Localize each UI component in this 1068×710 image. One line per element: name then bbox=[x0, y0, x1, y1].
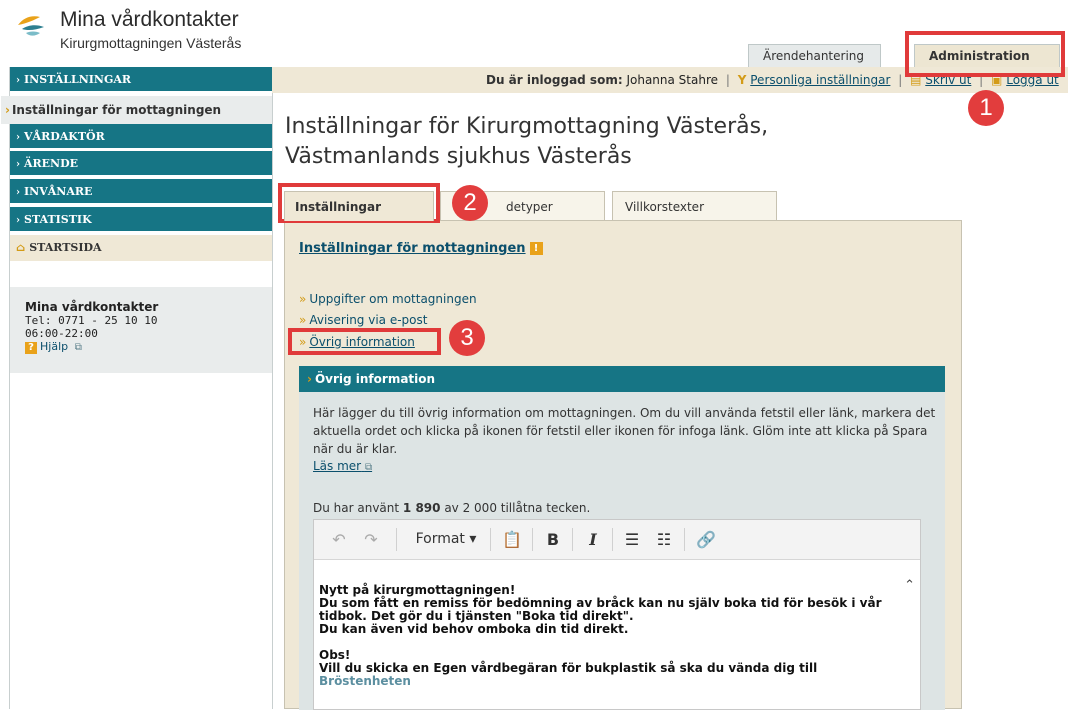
format-dropdown[interactable]: Format ▾ bbox=[410, 520, 482, 559]
link-icon[interactable]: 🔗 bbox=[694, 520, 718, 559]
contact-hours: 06:00-22:00 bbox=[25, 327, 98, 340]
highlight-administration bbox=[905, 31, 1065, 77]
help-icon: ? bbox=[25, 342, 37, 354]
section-title: Inställningar för mottagningen! bbox=[299, 241, 543, 256]
sidebar-subitem-installningar-mottagningen[interactable]: › Inställningar för mottagningen bbox=[1, 96, 272, 124]
sidebar-item-invanare[interactable]: › INVÅNARE bbox=[10, 179, 272, 205]
tab-content: Inställningar för mottagningen! » Uppgift… bbox=[284, 220, 962, 710]
tab-villkorstexter[interactable]: Villkorstexter bbox=[612, 191, 777, 221]
chevron-right-icon: › bbox=[16, 159, 20, 170]
link-uppgifter[interactable]: » Uppgifter om mottagningen bbox=[299, 292, 477, 306]
rich-text-editor[interactable]: ↶ ↷ Format ▾ 📋 B I ☰ ☷ 🔗 ⌃ Nytt på kirur… bbox=[313, 519, 921, 710]
contact-name: Mina vårdkontakter bbox=[25, 300, 159, 314]
sidebar-item-arende[interactable]: › ÄRENDE bbox=[10, 151, 272, 177]
caret-down-icon: ▾ bbox=[469, 531, 477, 547]
arrow-right-icon: › bbox=[5, 103, 10, 117]
sidebar-item-startsida[interactable]: ⌂ STARTSIDA bbox=[10, 235, 272, 261]
help-link[interactable]: Hjälp bbox=[40, 340, 68, 353]
sidebar: › INSTÄLLNINGAR › Inställningar för mottag… bbox=[1, 67, 273, 709]
sidebar-item-statistik[interactable]: › STATISTIK bbox=[10, 207, 272, 233]
link-avisering[interactable]: » Avisering via e-post bbox=[299, 313, 427, 327]
chevron-right-icon: › bbox=[16, 75, 20, 86]
paste-icon[interactable]: 📋 bbox=[500, 520, 524, 559]
app-name: Mina vårdkontakter bbox=[60, 8, 239, 31]
bullet-list-icon[interactable]: ☰ bbox=[620, 520, 644, 559]
tab-arendehantering[interactable]: Ärendehantering bbox=[748, 44, 881, 67]
italic-button[interactable]: I bbox=[582, 520, 604, 559]
panel-header[interactable]: › Övrig information bbox=[299, 366, 945, 392]
page-title: Inställningar för Kirurgmottagning Väste… bbox=[285, 114, 769, 169]
separator: | bbox=[725, 73, 730, 87]
callout-badge-2: 2 bbox=[452, 185, 488, 221]
raquo-icon: » bbox=[299, 313, 307, 327]
editor-line: Du som fått en remiss för bedömning av b… bbox=[319, 596, 882, 623]
info-icon: ! bbox=[529, 242, 543, 255]
sidebar-item-installningar[interactable]: › INSTÄLLNINGAR bbox=[10, 67, 272, 93]
raquo-icon: » bbox=[299, 292, 307, 306]
editor-line: Du kan även vid behov omboka din tid dir… bbox=[319, 622, 629, 636]
sidebar-item-vardaktor[interactable]: › VÅRDAKTÖR bbox=[10, 124, 272, 150]
redo-icon[interactable]: ↷ bbox=[360, 520, 382, 559]
callout-badge-1: 1 bbox=[968, 90, 1004, 126]
editor-content[interactable]: Nytt på kirurgmottagningen! Du som fått … bbox=[319, 584, 899, 688]
separator: | bbox=[898, 73, 903, 87]
home-icon: ⌂ bbox=[16, 241, 26, 254]
panel-description: Här lägger du till övrig information om … bbox=[313, 406, 936, 456]
logged-in-user: Johanna Stahre bbox=[626, 73, 719, 87]
chevron-right-icon: › bbox=[307, 372, 312, 386]
bold-button[interactable]: B bbox=[542, 520, 564, 559]
logo-icon bbox=[18, 16, 44, 36]
scroll-up-icon[interactable]: ⌃ bbox=[904, 578, 915, 593]
ovrig-information-panel: › Övrig information Här lägger du till öv… bbox=[299, 366, 945, 710]
toolbar-divider bbox=[684, 528, 685, 551]
toolbar-divider bbox=[396, 528, 397, 551]
contact-phone: Tel: 0771 - 25 10 10 bbox=[25, 314, 158, 327]
undo-icon[interactable]: ↶ bbox=[328, 520, 350, 559]
toolbar-divider bbox=[572, 528, 573, 551]
read-more-link[interactable]: Läs mer ⧉ bbox=[313, 459, 372, 473]
numbered-list-icon[interactable]: ☷ bbox=[652, 520, 676, 559]
callout-badge-3: 3 bbox=[449, 320, 485, 356]
highlight-ovrig-information bbox=[288, 328, 441, 355]
editor-toolbar: ↶ ↷ Format ▾ 📋 B I ☰ ☷ 🔗 bbox=[314, 520, 920, 560]
tab-installningar[interactable]: Inställningar bbox=[284, 191, 434, 221]
external-link-icon: ⧉ bbox=[364, 462, 373, 473]
toolbar-divider bbox=[612, 528, 613, 551]
personal-settings-link[interactable]: Personliga inställningar bbox=[750, 73, 890, 87]
character-count: Du har använt 1 890 av 2 000 tillåtna te… bbox=[313, 501, 591, 515]
unit-name: Kirurgmottagningen Västerås bbox=[60, 35, 242, 51]
contact-box: Mina vårdkontakter Tel: 0771 - 25 10 10 … bbox=[10, 287, 272, 373]
external-link-icon: ⧉ bbox=[74, 342, 82, 353]
chevron-right-icon: › bbox=[16, 132, 20, 143]
chevron-right-icon: › bbox=[16, 215, 20, 226]
editor-link-brostenheten[interactable]: Bröstenheten bbox=[319, 674, 411, 688]
chevron-right-icon: › bbox=[16, 187, 20, 198]
toolbar-divider bbox=[490, 528, 491, 551]
toolbar-divider bbox=[532, 528, 533, 551]
logged-in-label: Du är inloggad som: bbox=[486, 73, 623, 87]
person-icon: Y bbox=[737, 73, 747, 87]
